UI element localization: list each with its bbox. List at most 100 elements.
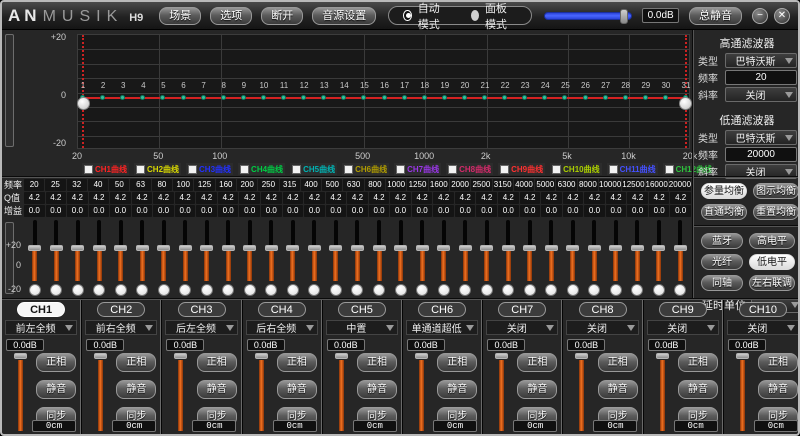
slider-handle[interactable]	[136, 245, 149, 251]
slider-reset-knob[interactable]	[610, 284, 622, 296]
channel-tab[interactable]: CH8	[579, 302, 627, 317]
phase-button[interactable]: 正相	[758, 353, 798, 372]
fader-handle[interactable]	[255, 353, 268, 359]
curve-toggle-ch4[interactable]: CH4曲线	[238, 163, 285, 175]
slider-reset-knob[interactable]	[201, 284, 213, 296]
channel-fader[interactable]	[14, 353, 27, 431]
eq-band-frequency[interactable]: 50	[109, 179, 129, 191]
eq-band-frequency[interactable]: 2500	[471, 179, 491, 191]
eq-band-frequency[interactable]: 1250	[407, 179, 427, 191]
eq-band-frequency[interactable]: 100	[173, 179, 193, 191]
eq-band-q[interactable]: 4.2	[563, 192, 584, 204]
eq-band-slider[interactable]	[519, 218, 541, 299]
eq-band-point[interactable]	[482, 95, 487, 100]
slider-handle[interactable]	[394, 245, 407, 251]
eq-band-frequency[interactable]: 315	[280, 179, 300, 191]
slider-reset-knob[interactable]	[287, 284, 299, 296]
slider-handle[interactable]	[620, 9, 628, 24]
slider-handle[interactable]	[588, 245, 601, 251]
fader-handle[interactable]	[495, 353, 508, 359]
eq-band-slider[interactable]	[24, 218, 46, 299]
slider-handle[interactable]	[179, 245, 192, 251]
radio-panel-mode[interactable]: 面板模式	[471, 0, 517, 32]
master-volume-slider[interactable]	[544, 12, 633, 20]
eq-band-gain[interactable]: 0.0	[498, 205, 519, 217]
eq-band-slider[interactable]	[132, 218, 154, 299]
channel-mode-select[interactable]: 后右全频	[246, 320, 318, 335]
hpf-slope-select[interactable]: 关闭	[725, 87, 797, 102]
lpf-type-select[interactable]: 巴特沃斯	[725, 130, 797, 145]
eq-band-slider[interactable]	[218, 218, 240, 299]
eq-band-q[interactable]: 4.2	[196, 192, 217, 204]
eq-band-slider[interactable]	[433, 218, 455, 299]
eq-band-gain[interactable]: 0.0	[153, 205, 174, 217]
channel-tab[interactable]: CH7	[498, 302, 546, 317]
eq-band-frequency[interactable]: 5000	[535, 179, 555, 191]
checkbox-icon[interactable]	[448, 165, 457, 174]
slider-reset-knob[interactable]	[524, 284, 536, 296]
channel-mode-select[interactable]: 关闭	[486, 320, 558, 335]
mute-button[interactable]: 静音	[517, 380, 557, 399]
eq-band-point[interactable]	[583, 95, 588, 100]
eq-band-q[interactable]: 4.2	[89, 192, 110, 204]
slider-reset-knob[interactable]	[438, 284, 450, 296]
eq-band-q[interactable]: 4.2	[283, 192, 304, 204]
eq-band-gain[interactable]: 0.0	[563, 205, 584, 217]
eq-band-q[interactable]: 4.2	[649, 192, 670, 204]
eq-band-slider[interactable]	[347, 218, 369, 299]
channel-fader[interactable]	[174, 353, 187, 431]
eq-band-point[interactable]	[301, 95, 306, 100]
eq-band-gain[interactable]: 0.0	[627, 205, 648, 217]
eq-band-slider[interactable]	[110, 218, 132, 299]
hpf-type-select[interactable]: 巴特沃斯	[725, 53, 797, 68]
curve-toggle-ch3[interactable]: CH3曲线	[186, 163, 233, 175]
eq-band-gain[interactable]: 0.0	[304, 205, 325, 217]
mute-button[interactable]: 静音	[277, 380, 317, 399]
slider-handle[interactable]	[308, 245, 321, 251]
channel-mode-select[interactable]: 关闭	[727, 320, 799, 335]
slider-handle[interactable]	[114, 245, 127, 251]
slider-reset-knob[interactable]	[653, 284, 665, 296]
mute-button[interactable]: 静音	[36, 380, 76, 399]
eq-mode-button[interactable]: 图示均衡	[753, 183, 799, 199]
phase-button[interactable]: 正相	[277, 353, 317, 372]
eq-band-point[interactable]	[643, 95, 648, 100]
eq-band-q[interactable]: 4.2	[175, 192, 196, 204]
eq-band-q[interactable]: 4.2	[67, 192, 88, 204]
eq-band-slider[interactable]	[669, 218, 691, 299]
slider-reset-knob[interactable]	[136, 284, 148, 296]
eq-band-slider[interactable]	[390, 218, 412, 299]
channel-fader[interactable]	[575, 353, 588, 431]
curve-toggle-ch2[interactable]: CH2曲线	[134, 163, 181, 175]
eq-band-slider[interactable]	[368, 218, 390, 299]
slider-reset-knob[interactable]	[567, 284, 579, 296]
channel-tab[interactable]: CH9	[659, 302, 707, 317]
eq-band-q[interactable]: 4.2	[304, 192, 325, 204]
eq-curve-plot[interactable]: 1234567891011121314151617181920212223242…	[77, 34, 690, 149]
eq-band-frequency[interactable]: 20	[24, 179, 44, 191]
curve-toggle-ch5[interactable]: CH5曲线	[290, 163, 337, 175]
channel-mode-select[interactable]: 中置	[326, 320, 398, 335]
eq-band-q[interactable]: 4.2	[390, 192, 411, 204]
slider-handle[interactable]	[50, 245, 63, 251]
slider-reset-knob[interactable]	[330, 284, 342, 296]
eq-band-slider[interactable]	[239, 218, 261, 299]
eq-band-gain[interactable]: 0.0	[606, 205, 627, 217]
eq-band-frequency[interactable]: 2000	[450, 179, 470, 191]
eq-band-frequency[interactable]: 630	[343, 179, 363, 191]
slider-reset-knob[interactable]	[115, 284, 127, 296]
slider-reset-knob[interactable]	[179, 284, 191, 296]
radio-auto-mode[interactable]: 自动模式	[403, 0, 449, 32]
slider-handle[interactable]	[566, 245, 579, 251]
eq-band-point[interactable]	[623, 95, 628, 100]
eq-band-gain[interactable]: 0.0	[239, 205, 260, 217]
checkbox-icon[interactable]	[292, 165, 301, 174]
channel-fader[interactable]	[736, 353, 749, 431]
eq-band-slider[interactable]	[196, 218, 218, 299]
phase-button[interactable]: 正相	[116, 353, 156, 372]
curve-toggle-ch11[interactable]: CH11曲线	[607, 163, 658, 175]
channel-tab[interactable]: CH5	[338, 302, 386, 317]
channel-tab[interactable]: CH3	[178, 302, 226, 317]
mute-button[interactable]: 静音	[678, 380, 718, 399]
eq-band-q[interactable]: 4.2	[46, 192, 67, 204]
